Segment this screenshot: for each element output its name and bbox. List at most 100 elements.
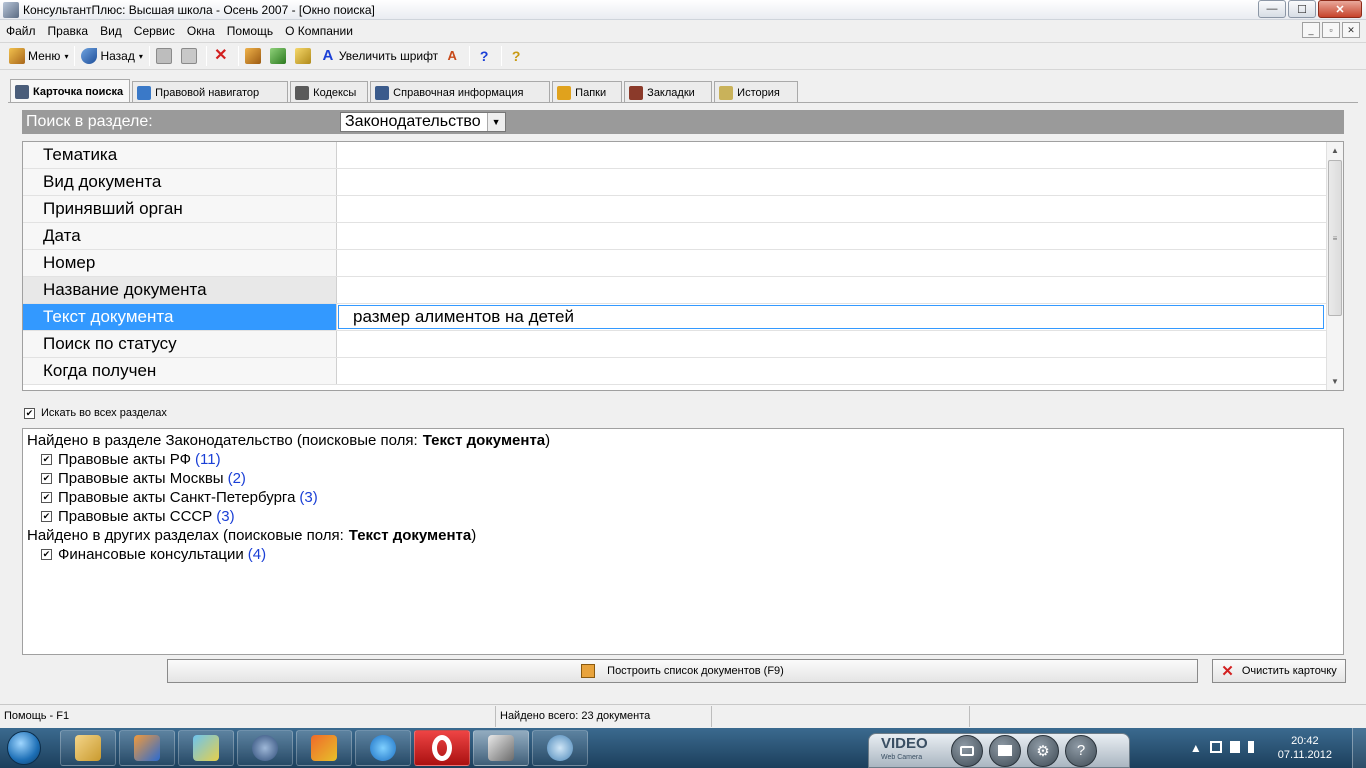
taskbar-app[interactable] (532, 730, 588, 766)
taskbar-internet-explorer[interactable] (355, 730, 411, 766)
tab-history[interactable]: История (714, 81, 799, 103)
increase-font-button[interactable]: A Увеличить шрифт (317, 45, 441, 67)
result-checkbox[interactable]: ✔ (41, 492, 52, 503)
field-name[interactable]: Дата (23, 223, 337, 249)
menu-windows[interactable]: Окна (181, 24, 221, 38)
result-label[interactable]: Правовые акты Москвы (58, 470, 224, 487)
scroll-thumb[interactable]: ≡ (1328, 160, 1342, 316)
maximize-button[interactable]: ☐ (1288, 0, 1316, 18)
result-count[interactable]: (3) (216, 508, 234, 525)
delete-button[interactable]: ✕ (210, 45, 235, 67)
show-desktop-button[interactable] (1352, 728, 1366, 768)
menu-file[interactable]: Файл (0, 24, 42, 38)
result-item[interactable]: ✔ Правовые акты Москвы (2) (27, 469, 1339, 488)
webcam-help-button[interactable]: ? (1065, 734, 1097, 767)
taskbar-explorer[interactable] (60, 730, 116, 766)
result-label[interactable]: Правовые акты РФ (58, 451, 191, 468)
document-text-input[interactable]: размер алиментов на детей (338, 305, 1324, 329)
field-value[interactable] (337, 331, 1325, 357)
webcam-photo-button[interactable] (951, 734, 983, 767)
tab-folders[interactable]: Папки (552, 81, 623, 103)
clear-card-button[interactable]: ✕ Очистить карточку (1212, 659, 1346, 683)
result-item[interactable]: ✔ Правовые акты РФ (11) (27, 450, 1339, 469)
app-icon[interactable] (3, 1, 19, 18)
copy-button[interactable] (153, 45, 178, 67)
mdi-minimize-button[interactable]: _ (1302, 22, 1320, 38)
result-label[interactable]: Финансовые консультации (58, 546, 244, 563)
result-checkbox[interactable]: ✔ (41, 454, 52, 465)
field-name[interactable]: Номер (23, 250, 337, 276)
taskbar-burner[interactable] (296, 730, 352, 766)
mdi-close-button[interactable]: ✕ (1342, 22, 1360, 38)
minimize-button[interactable]: — (1258, 0, 1286, 18)
field-row[interactable]: Принявший орган (23, 196, 1343, 223)
menu-about[interactable]: О Компании (279, 24, 359, 38)
field-row[interactable]: Дата (23, 223, 1343, 250)
result-checkbox[interactable]: ✔ (41, 473, 52, 484)
network-icon[interactable] (1209, 741, 1222, 753)
menu-edit[interactable]: Правка (42, 24, 95, 38)
find-button[interactable] (292, 45, 317, 67)
scroll-up-icon[interactable]: ▲ (1327, 142, 1343, 159)
tab-reference-info[interactable]: Справочная информация (370, 81, 551, 103)
field-row[interactable]: Тематика (23, 142, 1343, 169)
clock[interactable]: 20:42 07.11.2012 (1278, 734, 1332, 762)
field-value[interactable] (337, 169, 1325, 195)
field-name[interactable]: Название документа (23, 277, 337, 303)
search-all-option[interactable]: ✔ Искать во всех разделах (24, 407, 167, 419)
field-name[interactable]: Текст документа (23, 304, 337, 330)
result-label[interactable]: Правовые акты СССР (58, 508, 212, 525)
tab-legal-navigator[interactable]: Правовой навигатор (132, 81, 289, 103)
export-button[interactable] (267, 45, 292, 67)
result-label[interactable]: Правовые акты Санкт-Петербурга (58, 489, 295, 506)
paste-button[interactable] (178, 45, 203, 67)
tray-expand-icon[interactable]: ▲ (1190, 741, 1202, 755)
tab-search-card[interactable]: Карточка поиска (10, 79, 131, 103)
mdi-restore-button[interactable]: ▫ (1322, 22, 1340, 38)
section-select[interactable]: Законодательство ▼ (340, 112, 506, 132)
taskbar-kmplayer[interactable] (237, 730, 293, 766)
field-name[interactable]: Поиск по статусу (23, 331, 337, 357)
tab-codes[interactable]: Кодексы (290, 81, 369, 103)
webcam-settings-button[interactable]: ⚙ (1027, 734, 1059, 767)
field-value[interactable] (337, 358, 1325, 384)
menu-view[interactable]: Вид (94, 24, 128, 38)
menu-button[interactable]: Меню ▾ (6, 45, 71, 67)
result-item[interactable]: ✔ Финансовые консультации (4) (27, 545, 1339, 564)
field-row[interactable]: Вид документа (23, 169, 1343, 196)
field-row[interactable]: Название документа (23, 277, 1343, 304)
result-item[interactable]: ✔ Правовые акты Санкт-Петербурга (3) (27, 488, 1339, 507)
field-value[interactable] (337, 250, 1325, 276)
fields-scrollbar[interactable]: ▲ ≡ ▼ (1326, 142, 1343, 390)
menu-service[interactable]: Сервис (128, 24, 181, 38)
back-button[interactable]: Назад ▾ (78, 45, 145, 67)
field-row[interactable]: Когда получен (23, 358, 1343, 385)
field-value[interactable] (337, 142, 1325, 168)
result-count[interactable]: (11) (195, 451, 221, 468)
document-button[interactable] (242, 45, 267, 67)
result-count[interactable]: (3) (299, 489, 317, 506)
menu-help[interactable]: Помощь (221, 24, 279, 38)
result-count[interactable]: (4) (248, 546, 266, 563)
search-all-checkbox[interactable]: ✔ (24, 407, 35, 419)
field-value[interactable] (337, 196, 1325, 222)
field-name[interactable]: Тематика (23, 142, 337, 168)
result-checkbox[interactable]: ✔ (41, 549, 52, 560)
start-button[interactable] (0, 728, 48, 768)
field-row-selected[interactable]: Текст документа размер алиментов на дете… (23, 304, 1343, 331)
scroll-down-icon[interactable]: ▼ (1327, 373, 1343, 390)
result-checkbox[interactable]: ✔ (41, 511, 52, 522)
flag-icon[interactable] (1229, 741, 1240, 753)
taskbar-paint[interactable] (178, 730, 234, 766)
field-row[interactable]: Поиск по статусу (23, 331, 1343, 358)
close-button[interactable]: ✕ (1318, 0, 1362, 18)
webcam-gallery-button[interactable] (989, 734, 1021, 767)
field-name[interactable]: Принявший орган (23, 196, 337, 222)
field-name[interactable]: Вид документа (23, 169, 337, 195)
result-item[interactable]: ✔ Правовые акты СССР (3) (27, 507, 1339, 526)
taskbar-opera[interactable] (414, 730, 470, 766)
decrease-font-button[interactable]: A (441, 45, 466, 67)
taskbar-media-player[interactable] (119, 730, 175, 766)
taskbar-consultant[interactable] (473, 730, 529, 766)
help-button[interactable]: ? (505, 45, 530, 67)
